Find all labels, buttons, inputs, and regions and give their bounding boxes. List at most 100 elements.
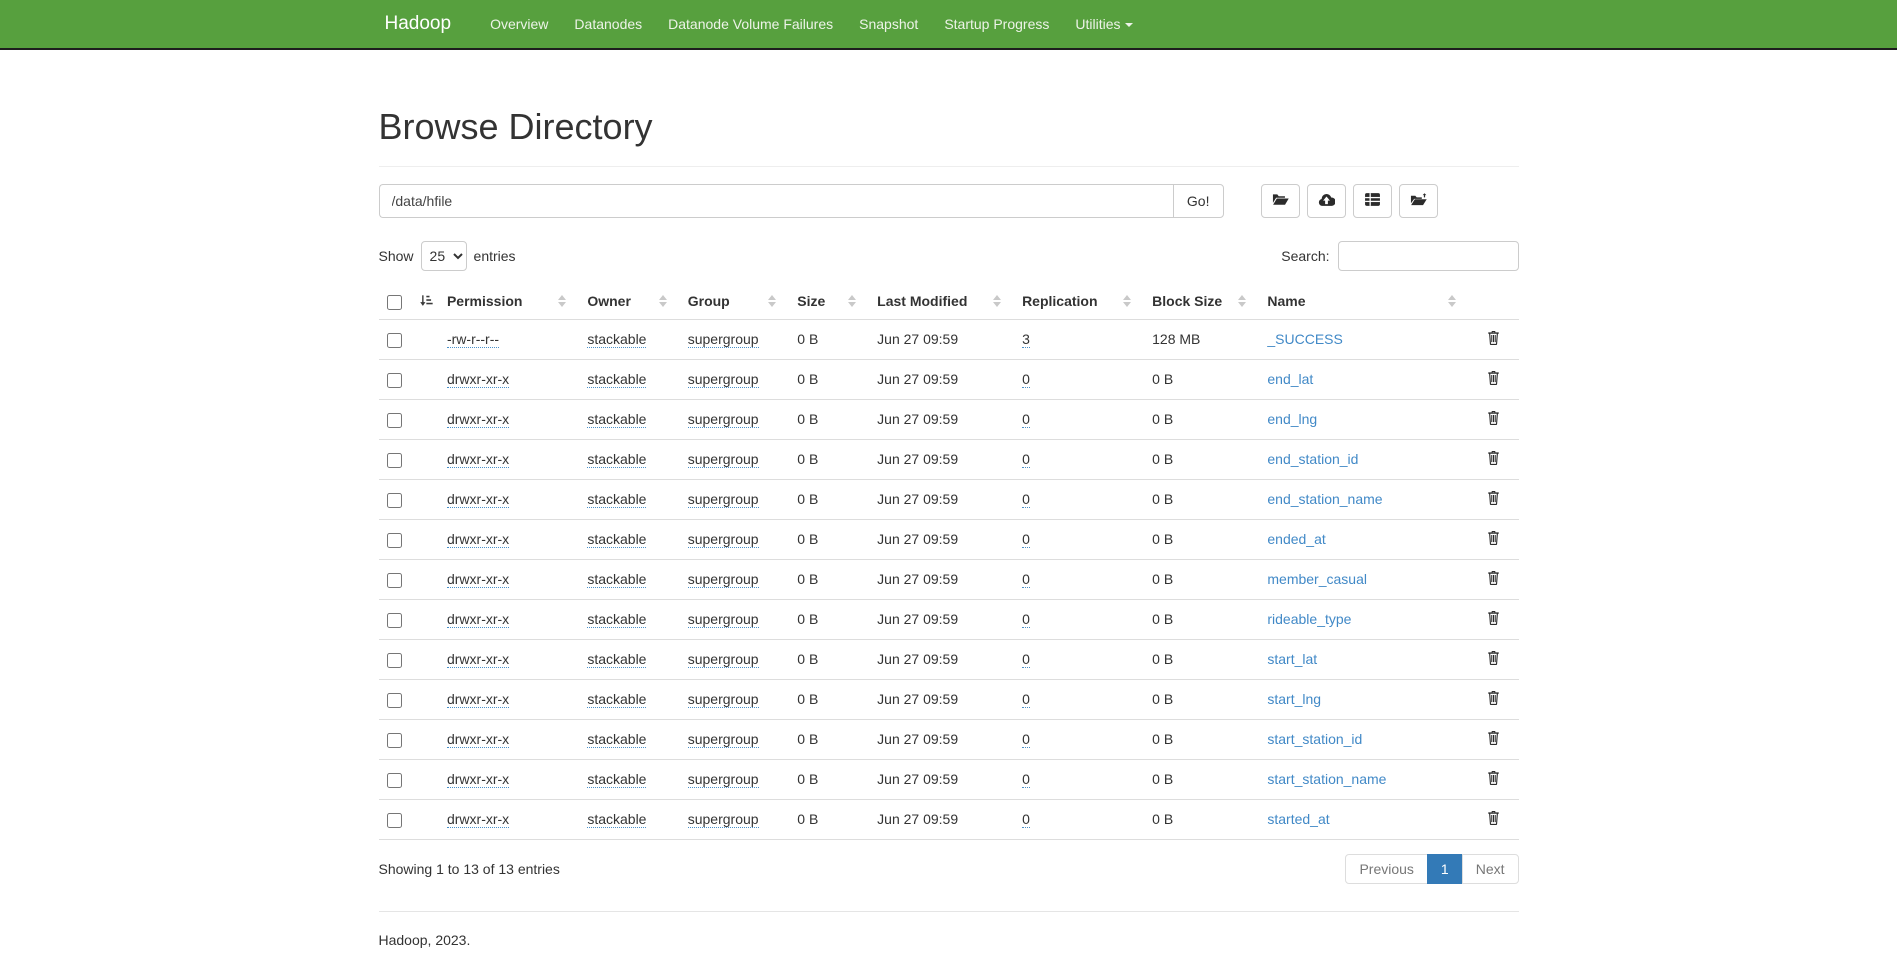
trash-icon[interactable] xyxy=(1486,530,1501,546)
replication-value[interactable]: 0 xyxy=(1022,371,1030,388)
trash-icon[interactable] xyxy=(1486,330,1501,346)
permission-value[interactable]: drwxr-xr-x xyxy=(447,491,509,508)
header-last-modified[interactable]: Last Modified xyxy=(869,284,1014,319)
file-name-link[interactable]: end_lng xyxy=(1267,411,1317,427)
row-checkbox[interactable] xyxy=(387,333,402,348)
replication-value[interactable]: 0 xyxy=(1022,411,1030,428)
replication-value[interactable]: 0 xyxy=(1022,451,1030,468)
header-owner[interactable]: Owner xyxy=(579,284,679,319)
trash-icon[interactable] xyxy=(1486,770,1501,786)
row-checkbox[interactable] xyxy=(387,773,402,788)
cut-paste-button[interactable] xyxy=(1353,184,1392,218)
pagination-next[interactable]: Next xyxy=(1462,854,1519,884)
file-name-link[interactable]: member_casual xyxy=(1267,571,1367,587)
group-value[interactable]: supergroup xyxy=(688,331,759,348)
group-value[interactable]: supergroup xyxy=(688,771,759,788)
move-file-button[interactable] xyxy=(1399,184,1438,218)
replication-value[interactable]: 0 xyxy=(1022,571,1030,588)
group-value[interactable]: supergroup xyxy=(688,651,759,668)
permission-value[interactable]: drwxr-xr-x xyxy=(447,571,509,588)
group-value[interactable]: supergroup xyxy=(688,691,759,708)
trash-icon[interactable] xyxy=(1486,730,1501,746)
group-value[interactable]: supergroup xyxy=(688,371,759,388)
pagination-page-1[interactable]: 1 xyxy=(1427,854,1463,884)
group-value[interactable]: supergroup xyxy=(688,491,759,508)
permission-value[interactable]: drwxr-xr-x xyxy=(447,531,509,548)
replication-value[interactable]: 0 xyxy=(1022,771,1030,788)
group-value[interactable]: supergroup xyxy=(688,411,759,428)
permission-value[interactable]: drwxr-xr-x xyxy=(447,811,509,828)
group-value[interactable]: supergroup xyxy=(688,611,759,628)
file-name-link[interactable]: start_station_name xyxy=(1267,771,1386,787)
permission-value[interactable]: drwxr-xr-x xyxy=(447,691,509,708)
owner-value[interactable]: stackable xyxy=(587,771,646,788)
trash-icon[interactable] xyxy=(1486,570,1501,586)
trash-icon[interactable] xyxy=(1486,610,1501,626)
file-name-link[interactable]: ended_at xyxy=(1267,531,1325,547)
header-block-size[interactable]: Block Size xyxy=(1144,284,1259,319)
permission-value[interactable]: drwxr-xr-x xyxy=(447,411,509,428)
file-name-link[interactable]: _SUCCESS xyxy=(1267,331,1342,347)
row-checkbox[interactable] xyxy=(387,373,402,388)
permission-value[interactable]: drwxr-xr-x xyxy=(447,771,509,788)
replication-value[interactable]: 0 xyxy=(1022,531,1030,548)
replication-value[interactable]: 0 xyxy=(1022,691,1030,708)
owner-value[interactable]: stackable xyxy=(587,331,646,348)
replication-value[interactable]: 0 xyxy=(1022,731,1030,748)
nav-item-datanode-volume-failures[interactable]: Datanode Volume Failures xyxy=(655,1,846,47)
row-checkbox[interactable] xyxy=(387,813,402,828)
file-name-link[interactable]: started_at xyxy=(1267,811,1329,827)
row-checkbox[interactable] xyxy=(387,613,402,628)
owner-value[interactable]: stackable xyxy=(587,691,646,708)
trash-icon[interactable] xyxy=(1486,650,1501,666)
brand-hadoop[interactable]: Hadoop xyxy=(379,13,464,35)
pagination-previous[interactable]: Previous xyxy=(1345,854,1427,884)
group-value[interactable]: supergroup xyxy=(688,731,759,748)
permission-value[interactable]: -rw-r--r-- xyxy=(447,331,499,348)
owner-value[interactable]: stackable xyxy=(587,571,646,588)
directory-path-input[interactable] xyxy=(379,184,1173,218)
replication-value[interactable]: 3 xyxy=(1022,331,1030,348)
owner-value[interactable]: stackable xyxy=(587,411,646,428)
group-value[interactable]: supergroup xyxy=(688,451,759,468)
select-all-header[interactable] xyxy=(379,284,439,319)
file-name-link[interactable]: start_lat xyxy=(1267,651,1317,667)
trash-icon[interactable] xyxy=(1486,370,1501,386)
nav-item-overview[interactable]: Overview xyxy=(477,1,561,47)
nav-item-startup-progress[interactable]: Startup Progress xyxy=(931,1,1062,47)
row-checkbox[interactable] xyxy=(387,533,402,548)
owner-value[interactable]: stackable xyxy=(587,731,646,748)
file-name-link[interactable]: start_station_id xyxy=(1267,731,1362,747)
trash-icon[interactable] xyxy=(1486,450,1501,466)
header-group[interactable]: Group xyxy=(680,284,790,319)
header-size[interactable]: Size xyxy=(789,284,869,319)
replication-value[interactable]: 0 xyxy=(1022,611,1030,628)
file-name-link[interactable]: end_lat xyxy=(1267,371,1313,387)
file-name-link[interactable]: end_station_name xyxy=(1267,491,1382,507)
row-checkbox[interactable] xyxy=(387,653,402,668)
trash-icon[interactable] xyxy=(1486,410,1501,426)
permission-value[interactable]: drwxr-xr-x xyxy=(447,731,509,748)
permission-value[interactable]: drwxr-xr-x xyxy=(447,651,509,668)
owner-value[interactable]: stackable xyxy=(587,491,646,508)
row-checkbox[interactable] xyxy=(387,573,402,588)
permission-value[interactable]: drwxr-xr-x xyxy=(447,451,509,468)
file-name-link[interactable]: end_station_id xyxy=(1267,451,1358,467)
nav-item-datanodes[interactable]: Datanodes xyxy=(561,1,655,47)
go-button[interactable]: Go! xyxy=(1173,184,1224,218)
replication-value[interactable]: 0 xyxy=(1022,651,1030,668)
nav-item-snapshot[interactable]: Snapshot xyxy=(846,1,931,47)
replication-value[interactable]: 0 xyxy=(1022,491,1030,508)
row-checkbox[interactable] xyxy=(387,413,402,428)
trash-icon[interactable] xyxy=(1486,490,1501,506)
permission-value[interactable]: drwxr-xr-x xyxy=(447,611,509,628)
nav-item-utilities[interactable]: Utilities xyxy=(1062,1,1145,47)
row-checkbox[interactable] xyxy=(387,733,402,748)
select-all-checkbox[interactable] xyxy=(387,295,402,310)
file-name-link[interactable]: rideable_type xyxy=(1267,611,1351,627)
upload-file-button[interactable] xyxy=(1307,184,1346,218)
owner-value[interactable]: stackable xyxy=(587,531,646,548)
header-replication[interactable]: Replication xyxy=(1014,284,1144,319)
row-checkbox[interactable] xyxy=(387,453,402,468)
create-directory-button[interactable] xyxy=(1261,184,1300,218)
